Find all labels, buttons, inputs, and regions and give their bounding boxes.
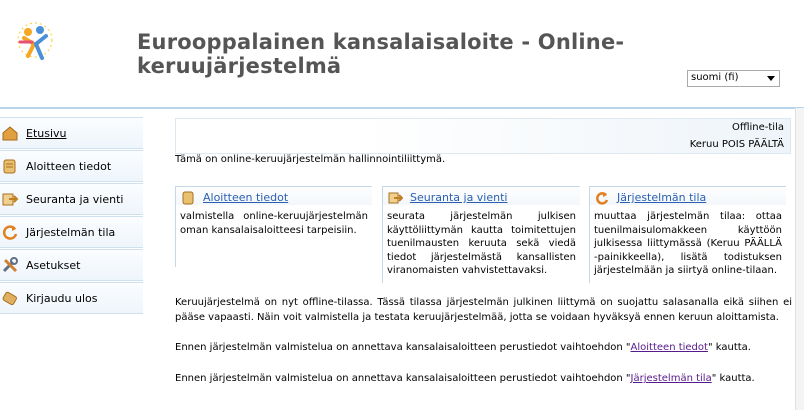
- export-arrow-icon: [388, 192, 403, 204]
- card-header: Järjestelmän tila: [590, 187, 786, 205]
- card-link-system-status[interactable]: Järjestelmän tila: [617, 191, 706, 204]
- sidebar: Etusivu Aloitteen tiedot Seuranta ja vie…: [0, 117, 143, 315]
- refresh-icon: [2, 225, 18, 240]
- export-arrow-icon: [2, 193, 19, 206]
- sidebar-item-label: Seuranta ja vienti: [26, 193, 124, 206]
- collection-status: Keruu POIS PÄÄLTÄ: [689, 139, 784, 150]
- logout-icon: [2, 291, 17, 306]
- scroll-icon: [182, 191, 194, 205]
- sidebar-item-home[interactable]: Etusivu: [0, 117, 143, 149]
- home-icon: [2, 126, 18, 141]
- sidebar-item-label: Kirjaudu ulos: [26, 292, 98, 305]
- link-initiative-details[interactable]: Aloitteen tiedot: [631, 342, 708, 353]
- eci-logo: [17, 22, 53, 60]
- card-initiative: Aloitteen tiedot valmistella online-keru…: [175, 186, 372, 267]
- status-panel: Offline-tila Keruu POIS PÄÄLTÄ: [175, 118, 791, 154]
- prep-text-1: Ennen järjestelmän valmistelua on annett…: [175, 340, 792, 355]
- sidebar-item-initiative[interactable]: Aloitteen tiedot: [0, 150, 143, 182]
- card-header: Seuranta ja vienti: [383, 187, 580, 205]
- link-system-status[interactable]: Järjestelmän tila: [631, 373, 712, 384]
- sidebar-item-label: Järjestelmän tila: [26, 226, 116, 239]
- sidebar-item-logout[interactable]: Kirjaudu ulos: [0, 282, 143, 314]
- card-link-initiative[interactable]: Aloitteen tiedot: [203, 191, 288, 204]
- prep-text-2: Ennen järjestelmän valmistelua on annett…: [175, 371, 792, 386]
- sidebar-item-system-status[interactable]: Järjestelmän tila: [0, 216, 143, 248]
- language-select-value: suomi (fi): [691, 72, 739, 83]
- language-select[interactable]: suomi (fi): [687, 70, 780, 87]
- chevron-down-icon: [767, 76, 775, 81]
- offline-notice: Keruujärjestelmä on nyt offline-tilassa.…: [175, 297, 792, 323]
- sidebar-item-monitoring[interactable]: Seuranta ja vienti: [0, 183, 143, 215]
- card-description: seurata järjestelmän julkisen käyttöliit…: [387, 211, 576, 276]
- sidebar-item-label: Asetukset: [26, 259, 81, 272]
- prep-text-2-before: Ennen järjestelmän valmistelua on annett…: [175, 373, 631, 384]
- card-description: muuttaa järjestelmän tilaa: ottaa tuenil…: [594, 211, 782, 276]
- sidebar-item-settings[interactable]: Asetukset: [0, 249, 143, 281]
- card-link-monitoring[interactable]: Seuranta ja vienti: [410, 191, 507, 204]
- header-divider: [0, 107, 804, 109]
- mode-status: Offline-tila: [731, 122, 784, 133]
- card-description: valmistella online-keruujärjestelmän oma…: [180, 211, 368, 236]
- prep-text-2-after: " kautta.: [711, 373, 755, 384]
- intro-text: Tämä on online-keruujärjestelmän hallinn…: [175, 154, 446, 165]
- page-header: Eurooppalainen kansalaisaloite - Online-…: [0, 0, 804, 108]
- tools-icon: [2, 257, 18, 273]
- sidebar-item-label: Etusivu: [26, 127, 67, 140]
- card-monitoring: Seuranta ja vienti seurata järjestelmän …: [382, 186, 580, 283]
- refresh-icon: [596, 192, 609, 205]
- sidebar-item-label: Aloitteen tiedot: [26, 160, 112, 173]
- card-system-status: Järjestelmän tila muuttaa järjestelmän t…: [589, 186, 786, 283]
- card-header: Aloitteen tiedot: [176, 187, 372, 205]
- prep-text-1-before: Ennen järjestelmän valmistelua on annett…: [175, 342, 631, 353]
- scrollbar[interactable]: [795, 108, 804, 410]
- scroll-icon: [3, 159, 16, 174]
- prep-text-1-after: " kautta.: [707, 342, 751, 353]
